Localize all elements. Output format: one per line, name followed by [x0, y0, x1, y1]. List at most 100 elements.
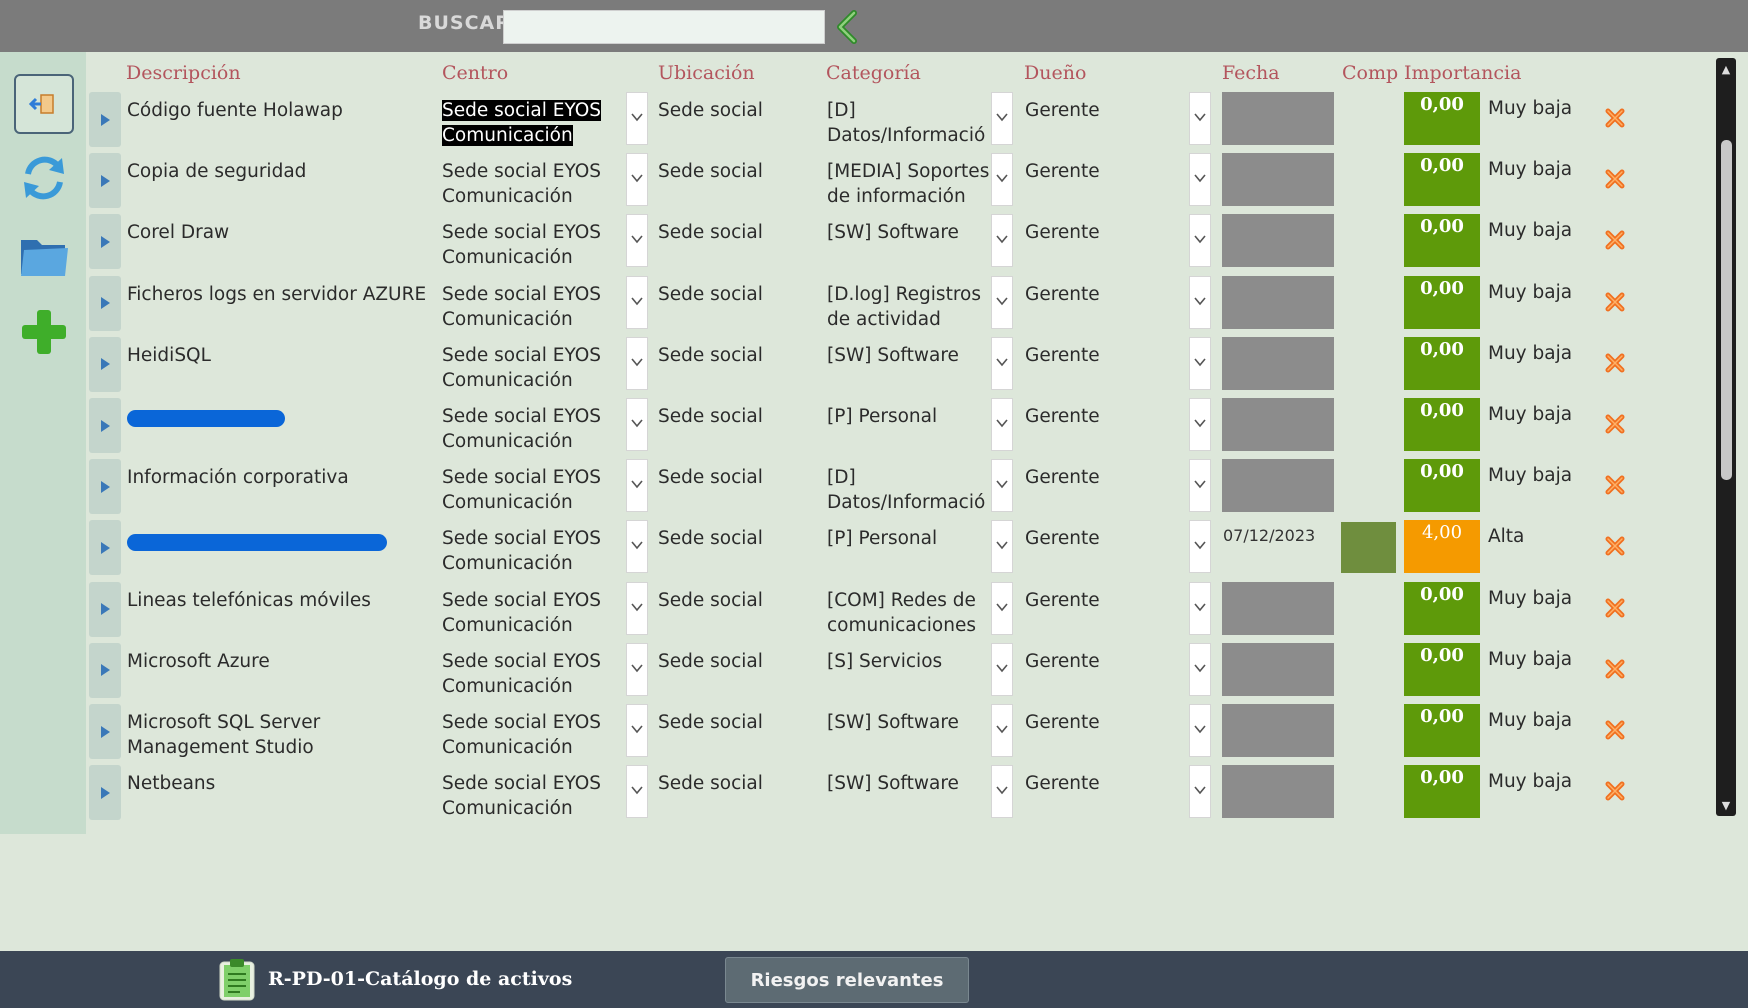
delete-x-icon[interactable] [1603, 779, 1627, 803]
fecha-empty-field[interactable] [1222, 704, 1334, 757]
table-row[interactable]: Microsoft SQL Server Management Studio Se… [86, 702, 1712, 763]
centro-cell[interactable]: Sede social EYOS Comunicación [442, 465, 612, 515]
table-row[interactable]: Copia de seguridad Sede social EYOS Comuni… [86, 151, 1712, 212]
expand-row-button[interactable] [89, 153, 121, 209]
table-row[interactable]: Sede social EYOS Comunicación Sede social [… [86, 518, 1712, 579]
centro-dropdown[interactable] [626, 581, 648, 635]
categoria-dropdown[interactable] [991, 459, 1013, 513]
ubicacion-cell[interactable]: Sede social [658, 526, 808, 551]
delete-x-icon[interactable] [1603, 718, 1627, 742]
categoria-dropdown[interactable] [991, 581, 1013, 635]
ubicacion-cell[interactable]: Sede social [658, 588, 808, 613]
col-header-comp[interactable]: Comp [1342, 62, 1398, 84]
dueno-dropdown[interactable] [1189, 214, 1211, 268]
ubicacion-cell[interactable]: Sede social [658, 404, 808, 429]
dueno-cell[interactable]: Gerente [1025, 649, 1145, 674]
ubicacion-cell[interactable]: Sede social [658, 343, 808, 368]
centro-dropdown[interactable] [626, 398, 648, 451]
table-row[interactable]: Netbeans Sede social EYOS Comunicación Sede… [86, 763, 1712, 824]
scrollbar-thumb[interactable] [1721, 140, 1732, 480]
centro-cell[interactable]: Sede social EYOS Comunicación [442, 404, 612, 454]
categoria-cell[interactable]: [COM] Redes de comunicaciones [827, 588, 991, 638]
table-row[interactable]: Lineas telefónicas móviles Sede social EY… [86, 580, 1712, 641]
delete-x-icon[interactable] [1603, 534, 1627, 558]
fecha-empty-field[interactable] [1222, 398, 1334, 451]
col-header-categoria[interactable]: Categoría [826, 62, 921, 84]
search-input[interactable] [503, 10, 825, 44]
dueno-cell[interactable]: Gerente [1025, 159, 1145, 184]
dueno-dropdown[interactable] [1189, 642, 1211, 696]
descripcion-cell[interactable]: Microsoft SQL Server Management Studio [127, 710, 427, 760]
centro-dropdown[interactable] [626, 92, 648, 145]
col-header-centro[interactable]: Centro [442, 62, 508, 84]
col-header-dueno[interactable]: Dueño [1024, 62, 1086, 84]
descripcion-cell[interactable] [127, 404, 427, 429]
centro-cell[interactable]: Sede social EYOS Comunicación [442, 771, 612, 821]
categoria-cell[interactable]: [SW] Software [827, 343, 991, 368]
categoria-cell[interactable]: [D.log] Registros de actividad [827, 282, 991, 332]
dueno-cell[interactable]: Gerente [1025, 282, 1145, 307]
centro-cell[interactable]: Sede social EYOS Comunicación [442, 282, 612, 332]
expand-row-button[interactable] [89, 459, 121, 515]
descripcion-cell[interactable]: Corel Draw [127, 220, 427, 245]
folder-button[interactable] [14, 226, 74, 286]
table-row[interactable]: Corel Draw Sede social EYOS Comunicación Se… [86, 212, 1712, 273]
dueno-cell[interactable]: Gerente [1025, 343, 1145, 368]
delete-x-icon[interactable] [1603, 167, 1627, 191]
categoria-dropdown[interactable] [991, 520, 1013, 574]
centro-cell[interactable]: Sede social EYOS Comunicación [442, 710, 612, 760]
fecha-empty-field[interactable] [1222, 214, 1334, 268]
centro-dropdown[interactable] [626, 642, 648, 696]
scroll-up-arrow[interactable]: ▲ [1716, 58, 1736, 80]
categoria-cell[interactable]: [P] Personal [827, 526, 991, 551]
ubicacion-cell[interactable]: Sede social [658, 220, 808, 245]
table-row[interactable]: Microsoft Azure Sede social EYOS Comunicac… [86, 641, 1712, 702]
fecha-empty-field[interactable] [1222, 92, 1334, 145]
categoria-dropdown[interactable] [991, 704, 1013, 757]
dueno-dropdown[interactable] [1189, 459, 1211, 513]
table-row[interactable]: Código fuente Holawap Sede social EYOS Com… [86, 90, 1712, 151]
dueno-dropdown[interactable] [1189, 765, 1211, 819]
centro-dropdown[interactable] [626, 459, 648, 513]
add-button[interactable] [14, 302, 74, 362]
delete-x-icon[interactable] [1603, 228, 1627, 252]
dueno-dropdown[interactable] [1189, 704, 1211, 757]
expand-row-button[interactable] [89, 765, 121, 821]
dueno-cell[interactable]: Gerente [1025, 588, 1145, 613]
expand-row-button[interactable] [89, 642, 121, 698]
fecha-value[interactable]: 07/12/2023 [1223, 526, 1315, 545]
categoria-cell[interactable]: [P] Personal [827, 404, 991, 429]
fecha-empty-field[interactable] [1222, 275, 1334, 329]
col-header-fecha[interactable]: Fecha [1222, 62, 1280, 84]
ubicacion-cell[interactable]: Sede social [658, 98, 808, 123]
categoria-dropdown[interactable] [991, 765, 1013, 819]
dueno-dropdown[interactable] [1189, 153, 1211, 207]
fecha-empty-field[interactable] [1222, 459, 1334, 513]
ubicacion-cell[interactable]: Sede social [658, 710, 808, 735]
centro-dropdown[interactable] [626, 336, 648, 390]
dueno-cell[interactable]: Gerente [1025, 771, 1145, 796]
centro-cell[interactable]: Sede social EYOS Comunicación [442, 588, 612, 638]
ubicacion-cell[interactable]: Sede social [658, 771, 808, 796]
dueno-cell[interactable]: Gerente [1025, 98, 1145, 123]
descripcion-cell[interactable] [127, 526, 427, 551]
centro-dropdown[interactable] [626, 153, 648, 207]
col-header-ubicacion[interactable]: Ubicación [658, 62, 755, 84]
delete-x-icon[interactable] [1603, 596, 1627, 620]
categoria-dropdown[interactable] [991, 642, 1013, 696]
centro-cell[interactable]: Sede social EYOS Comunicación [442, 98, 612, 148]
descripcion-cell[interactable]: Ficheros logs en servidor AZURE [127, 282, 427, 307]
ubicacion-cell[interactable]: Sede social [658, 159, 808, 184]
dueno-cell[interactable]: Gerente [1025, 220, 1145, 245]
dueno-dropdown[interactable] [1189, 581, 1211, 635]
categoria-cell[interactable]: [SW] Software [827, 220, 991, 245]
fecha-empty-field[interactable] [1222, 153, 1334, 207]
dueno-cell[interactable]: Gerente [1025, 465, 1145, 490]
table-row[interactable]: Información corporativa Sede social EYOS C… [86, 457, 1712, 518]
dueno-cell[interactable]: Gerente [1025, 404, 1145, 429]
expand-row-button[interactable] [89, 336, 121, 392]
categoria-cell[interactable]: [SW] Software [827, 710, 991, 735]
categoria-cell[interactable]: [S] Servicios [827, 649, 991, 674]
descripcion-cell[interactable]: Código fuente Holawap [127, 98, 427, 123]
table-row[interactable]: HeidiSQL Sede social EYOS Comunicación Sede… [86, 335, 1712, 396]
